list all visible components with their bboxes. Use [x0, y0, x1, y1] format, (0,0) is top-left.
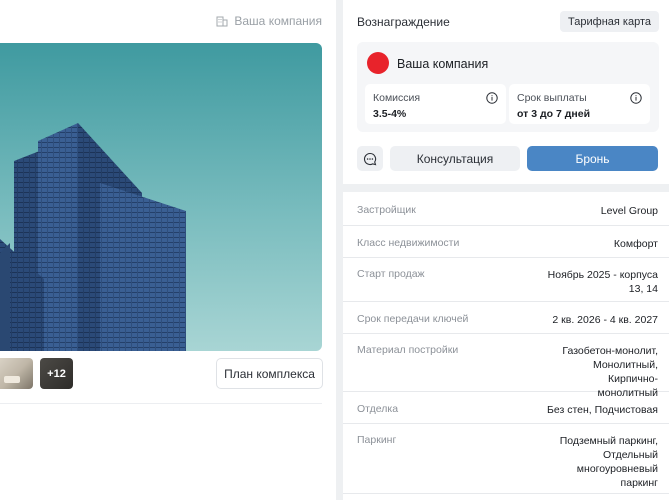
- payout-stat: Срок выплаты от 3 до 7 дней: [509, 84, 650, 124]
- detail-value: Комфорт: [613, 238, 658, 250]
- detail-value: Без стен, Подчистовая: [546, 404, 658, 416]
- detail-value: Подземный паркинг, Отдельный многоуровне…: [559, 435, 658, 489]
- skyscraper-image: [0, 123, 186, 351]
- commission-label: Комиссия: [373, 92, 421, 104]
- chat-icon: [363, 152, 377, 165]
- tariff-card-button[interactable]: Тарифная карта: [560, 11, 659, 32]
- thumbnail-interior[interactable]: [0, 358, 33, 389]
- consultation-button[interactable]: Консультация: [390, 146, 520, 171]
- thumbnail-more[interactable]: +12: [40, 358, 73, 389]
- detail-key: Паркинг: [357, 434, 397, 446]
- detail-row-finishing: Отделка Без стен, Подчистовая: [343, 392, 669, 424]
- detail-value: 2 кв. 2026 - 4 кв. 2027: [552, 314, 658, 326]
- detail-value: Ноябрь 2025 - корпуса 13, 14: [547, 269, 658, 295]
- detail-key: Застройщик: [357, 204, 416, 216]
- detail-key: Срок передачи ключей: [357, 313, 469, 325]
- commission-value: 3.5-4%: [373, 108, 407, 120]
- reward-card: Вознаграждение Тарифная карта Ваша компа…: [343, 0, 669, 184]
- company-box: Ваша компания Комиссия 3.5-4% Срок выпла…: [357, 42, 659, 132]
- info-icon[interactable]: [630, 92, 642, 104]
- payout-value: от 3 до 7 дней: [517, 108, 591, 120]
- detail-row-material: Материал постройки Газобетон-монолит, Мо…: [343, 334, 669, 399]
- company-label[interactable]: Ваша компания: [216, 14, 322, 28]
- gallery-panel: Ваша компания +12 План комплекса: [0, 0, 336, 500]
- detail-key: Отделка: [357, 403, 399, 415]
- detail-row-keys: Срок передачи ключей 2 кв. 2026 - 4 кв. …: [343, 302, 669, 334]
- complex-plan-button[interactable]: План комплекса: [216, 358, 323, 389]
- reward-title: Вознаграждение: [357, 15, 450, 29]
- hero-photo[interactable]: [0, 43, 322, 351]
- commission-stat: Комиссия 3.5-4%: [365, 84, 506, 124]
- booking-button[interactable]: Бронь: [527, 146, 658, 171]
- building-icon: [216, 16, 228, 27]
- detail-row-class: Класс недвижимости Комфорт: [343, 226, 669, 258]
- detail-key: Материал постройки: [357, 344, 459, 356]
- chat-button[interactable]: [357, 146, 383, 171]
- divider: [0, 403, 322, 404]
- detail-key: Класс недвижимости: [357, 237, 460, 249]
- detail-row-sales-start: Старт продаж Ноябрь 2025 - корпуса 13, 1…: [343, 258, 669, 302]
- detail-key: Старт продаж: [357, 268, 425, 280]
- thumbnail-strip: +12: [0, 358, 73, 389]
- company-name: Ваша компания: [397, 57, 489, 71]
- company-logo: [367, 52, 389, 74]
- property-details: Застройщик Level Group Класс недвижимост…: [343, 192, 669, 500]
- info-icon[interactable]: [486, 92, 498, 104]
- company-label-text: Ваша компания: [234, 14, 322, 28]
- thumbnail-more-count: +12: [47, 367, 66, 380]
- detail-row-parking: Паркинг Подземный паркинг, Отдельный мно…: [343, 424, 669, 494]
- detail-value: Level Group: [600, 205, 658, 217]
- detail-row-developer: Застройщик Level Group: [343, 192, 669, 226]
- payout-label: Срок выплаты: [517, 92, 587, 104]
- info-panel: Вознаграждение Тарифная карта Ваша компа…: [343, 0, 669, 500]
